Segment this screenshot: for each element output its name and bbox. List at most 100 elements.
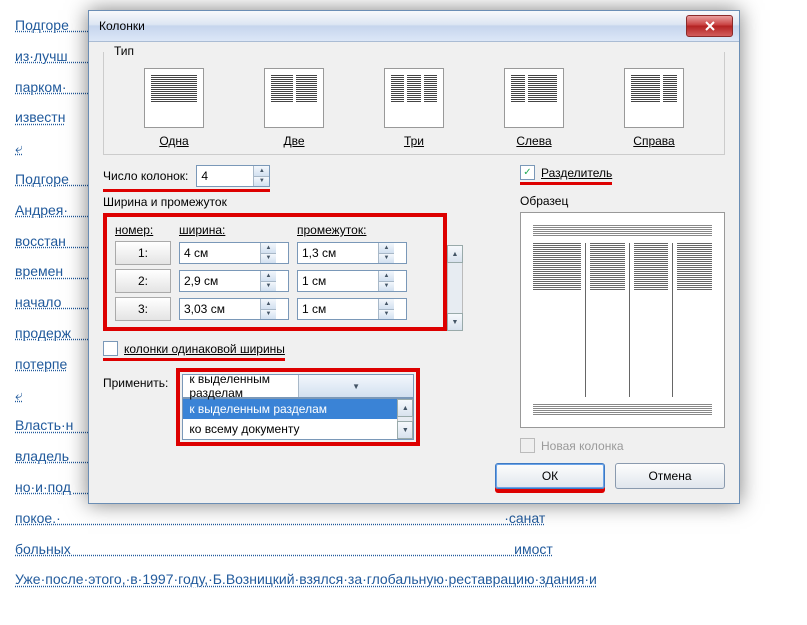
spinner-up-icon[interactable]: ▲	[379, 243, 394, 254]
table-header: ширина:	[179, 223, 289, 237]
spinner-up-icon[interactable]: ▲	[261, 299, 276, 310]
num-columns-label: Число колонок:	[103, 169, 188, 183]
cell-input[interactable]	[180, 271, 260, 291]
apply-combo-wrap: к выделенным разделам ▼ к выделенным раз…	[176, 368, 420, 446]
cell-spinner[interactable]: ▲▼	[297, 298, 407, 320]
close-icon	[705, 21, 715, 31]
cell-input[interactable]	[180, 243, 260, 263]
combo-scrollbar[interactable]: ▲ ▼	[397, 399, 413, 439]
left-column: Число колонок: ▲▼ Ширина и промежуток но…	[103, 165, 500, 453]
type-option-3[interactable]: Слева	[504, 68, 564, 148]
spinner-down-icon[interactable]: ▼	[261, 254, 276, 264]
width-table: номер:ширина:промежуток:1:▲▼▲▼2:▲▼▲▼3:▲▼…	[103, 213, 447, 331]
type-label: Справа	[624, 134, 684, 148]
dialog-title: Колонки	[99, 19, 686, 33]
type-icon	[384, 68, 444, 128]
dialog-body: Одна Две Три Слева Справа Число колонок: ▲▼ …	[89, 42, 739, 503]
combo-option[interactable]: ко всему документу	[183, 419, 413, 439]
spinner-down-icon[interactable]: ▼	[261, 310, 276, 320]
spinner-up-icon[interactable]: ▲	[379, 271, 394, 282]
divider-checkbox[interactable]: ✓	[520, 165, 535, 180]
type-icon	[504, 68, 564, 128]
spinner-buttons[interactable]: ▲▼	[378, 299, 394, 319]
sample-label: Образец	[520, 194, 725, 208]
row-number: 3:	[115, 297, 171, 321]
spinner-down-icon[interactable]: ▼	[261, 282, 276, 292]
apply-label: Применить:	[103, 376, 168, 390]
type-option-2[interactable]: Три	[384, 68, 444, 148]
spinner-buttons[interactable]: ▲▼	[253, 166, 269, 186]
spinner-down-icon[interactable]: ▼	[379, 254, 394, 264]
combo-scroll-up-icon[interactable]: ▲	[397, 399, 413, 417]
spinner-buttons[interactable]: ▲▼	[260, 271, 276, 291]
type-label: Три	[384, 134, 444, 148]
scroll-up-icon[interactable]: ▲	[447, 245, 463, 263]
divider-label: Разделитель	[541, 166, 612, 180]
columns-dialog: Колонки Одна Две Три Слева Справа Число коло…	[88, 10, 740, 504]
apply-row: Применить: к выделенным разделам ▼ к выд…	[103, 368, 500, 446]
spinner-up-icon[interactable]: ▲	[261, 271, 276, 282]
type-option-4[interactable]: Справа	[624, 68, 684, 148]
type-label: Две	[264, 134, 324, 148]
type-icon	[264, 68, 324, 128]
num-columns-row: Число колонок: ▲▼	[103, 165, 500, 189]
type-icon	[624, 68, 684, 128]
sample-preview	[520, 212, 725, 428]
cell-input[interactable]	[298, 271, 378, 291]
type-option-0[interactable]: Одна	[144, 68, 204, 148]
combo-option[interactable]: к выделенным разделам	[183, 399, 413, 419]
new-column-row: Новая колонка	[520, 438, 725, 453]
type-label: Слева	[504, 134, 564, 148]
cell-spinner[interactable]: ▲▼	[297, 242, 407, 264]
row-number: 1:	[115, 241, 171, 265]
cancel-button[interactable]: Отмена	[615, 463, 725, 489]
cell-spinner[interactable]: ▲▼	[179, 242, 289, 264]
scroll-track[interactable]	[447, 263, 463, 313]
combo-scroll-down-icon[interactable]: ▼	[397, 421, 413, 439]
right-column: ✓ Разделитель Образец Новая колонка	[520, 165, 725, 453]
cell-input[interactable]	[298, 243, 378, 263]
spinner-buttons[interactable]: ▲▼	[378, 271, 394, 291]
table-header: промежуток:	[297, 223, 407, 237]
type-group: Одна Две Три Слева Справа	[103, 52, 725, 155]
num-columns-input[interactable]	[197, 166, 253, 186]
row-number: 2:	[115, 269, 171, 293]
type-label: Одна	[144, 134, 204, 148]
type-option-1[interactable]: Две	[264, 68, 324, 148]
apply-combo[interactable]: к выделенным разделам ▼	[182, 374, 414, 398]
type-icon	[144, 68, 204, 128]
spinner-up-icon[interactable]: ▲	[254, 166, 269, 177]
button-row: ОК Отмена	[495, 463, 725, 489]
close-button[interactable]	[686, 15, 733, 37]
cell-input[interactable]	[298, 299, 378, 319]
new-column-label: Новая колонка	[541, 439, 624, 453]
ok-button[interactable]: ОК	[495, 463, 605, 489]
new-column-checkbox	[520, 438, 535, 453]
chevron-down-icon[interactable]: ▼	[298, 375, 414, 397]
apply-combo-value: к выделенным разделам	[183, 372, 298, 400]
spinner-buttons[interactable]: ▲▼	[260, 243, 276, 263]
width-table-grid: номер:ширина:промежуток:1:▲▼▲▼2:▲▼▲▼3:▲▼…	[115, 223, 435, 321]
scroll-down-icon[interactable]: ▼	[447, 313, 463, 331]
cell-input[interactable]	[180, 299, 260, 319]
spinner-up-icon[interactable]: ▲	[261, 243, 276, 254]
table-scrollbar[interactable]: ▲ ▼	[447, 245, 463, 331]
equal-width-checkbox[interactable]	[103, 341, 118, 356]
spinner-down-icon[interactable]: ▼	[379, 310, 394, 320]
width-group-title: Ширина и промежуток	[103, 195, 500, 209]
cell-spinner[interactable]: ▲▼	[179, 298, 289, 320]
spinner-down-icon[interactable]: ▼	[254, 177, 269, 187]
num-columns-spinner[interactable]: ▲▼	[196, 165, 270, 187]
table-header: номер:	[115, 223, 171, 237]
cell-spinner[interactable]: ▲▼	[297, 270, 407, 292]
spinner-buttons[interactable]: ▲▼	[378, 243, 394, 263]
spinner-up-icon[interactable]: ▲	[379, 299, 394, 310]
titlebar[interactable]: Колонки	[89, 11, 739, 42]
spinner-down-icon[interactable]: ▼	[379, 282, 394, 292]
divider-row: ✓ Разделитель	[520, 165, 725, 182]
cell-spinner[interactable]: ▲▼	[179, 270, 289, 292]
columns-area: Число колонок: ▲▼ Ширина и промежуток но…	[103, 165, 725, 453]
apply-combo-list: к выделенным разделамко всему документу	[182, 398, 414, 440]
spinner-buttons[interactable]: ▲▼	[260, 299, 276, 319]
equal-width-row: колонки одинаковой ширины	[103, 341, 500, 358]
